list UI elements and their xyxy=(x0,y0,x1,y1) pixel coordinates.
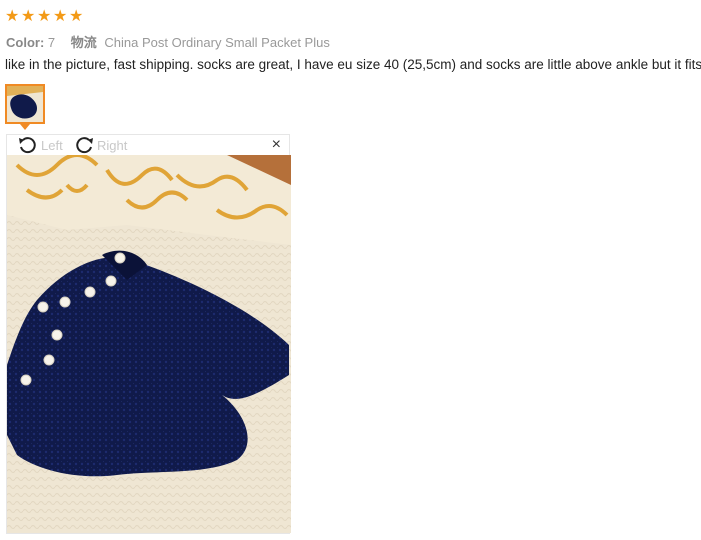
shipping-label: 物流 xyxy=(70,35,97,50)
star-icon: ★ xyxy=(69,8,84,25)
star-icon: ★ xyxy=(53,8,68,25)
review-comment: like in the picture, fast shipping. sock… xyxy=(5,57,701,72)
close-icon[interactable]: × xyxy=(272,137,281,153)
color-label: Color: xyxy=(6,35,45,50)
star-icon: ★ xyxy=(5,8,20,25)
rotate-right-button[interactable]: Right xyxy=(73,135,127,155)
rotate-right-label: Right xyxy=(97,137,128,153)
photo-viewer: Left Right × xyxy=(6,134,291,534)
shipping-value: China Post Ordinary Small Packet Plus xyxy=(104,35,330,50)
photo-thumbnail[interactable] xyxy=(5,84,45,124)
rotate-left-icon xyxy=(19,137,36,154)
rotate-left-button[interactable]: Left xyxy=(17,135,63,155)
rating-stars: ★ ★ ★ ★ ★ xyxy=(5,8,84,25)
star-icon: ★ xyxy=(21,8,36,25)
review-photo xyxy=(7,155,291,533)
review-meta: Color: 7 物流 China Post Ordinary Small Pa… xyxy=(6,32,330,51)
rotate-right-icon xyxy=(76,137,93,154)
rotate-left-label: Left xyxy=(41,137,63,153)
star-icon: ★ xyxy=(37,8,52,25)
thumbnail-pointer xyxy=(20,124,30,130)
viewer-toolbar: Left Right × xyxy=(7,135,291,155)
color-value: 7 xyxy=(47,35,56,50)
